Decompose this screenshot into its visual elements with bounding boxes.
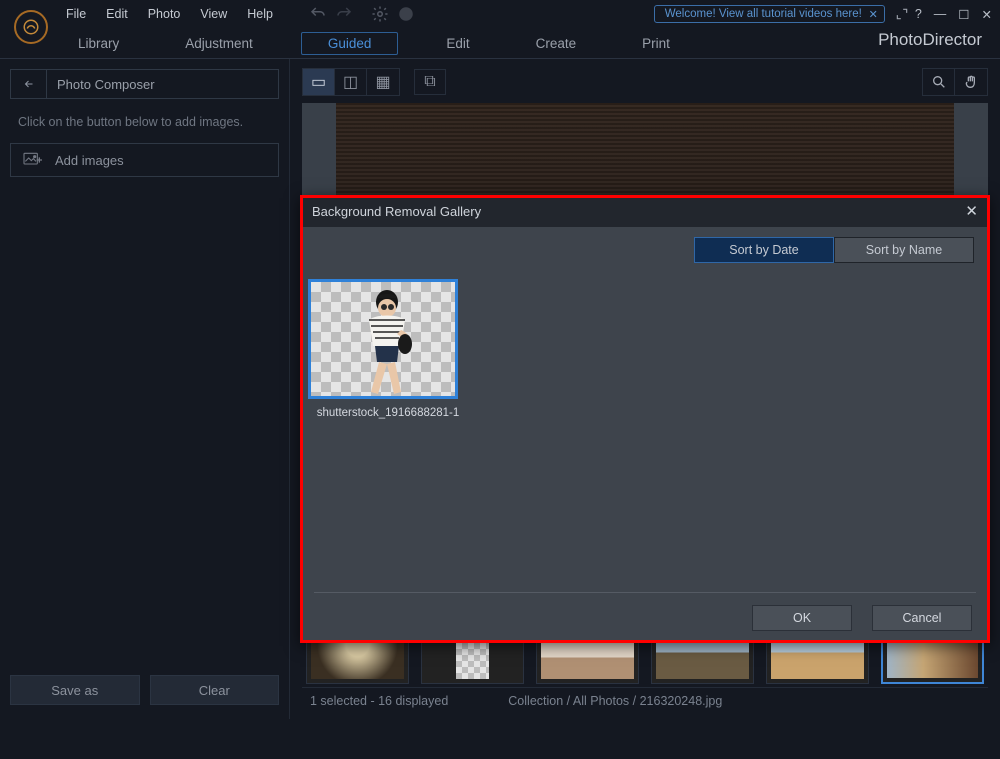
dialog-close-icon[interactable]: ✕: [965, 202, 978, 220]
dialog-title: Background Removal Gallery: [312, 204, 481, 219]
tab-create[interactable]: Create: [518, 33, 595, 54]
add-images-label: Add images: [55, 153, 124, 168]
minimize-icon[interactable]: —: [934, 7, 947, 21]
ok-button[interactable]: OK: [752, 605, 852, 631]
redo-icon[interactable]: [335, 5, 353, 23]
close-icon[interactable]: ✕: [869, 8, 878, 21]
gallery-thumbnail: [308, 279, 458, 399]
panel-header: Photo Composer: [10, 69, 279, 99]
gallery-item[interactable]: shutterstock_1916688281-1: [308, 279, 468, 419]
view-mode-compare-icon[interactable]: ◫: [335, 69, 367, 95]
app-name: PhotoDirector: [878, 30, 982, 50]
status-bar: 1 selected - 16 displayed Collection / A…: [302, 687, 988, 713]
close-window-icon[interactable]: ✕: [982, 7, 992, 22]
menu-photo[interactable]: Photo: [138, 0, 191, 28]
menu-file[interactable]: File: [56, 0, 96, 28]
person-cutout: [335, 286, 435, 398]
panel-title: Photo Composer: [47, 77, 155, 92]
mode-tabs: Library Adjustment Guided Edit Create Pr…: [0, 28, 1000, 58]
zoom-icon[interactable]: [923, 69, 955, 95]
back-button[interactable]: [11, 70, 47, 98]
sort-by-date-button[interactable]: Sort by Date: [694, 237, 834, 263]
help-icon[interactable]: ?: [915, 7, 922, 21]
expand-icon[interactable]: [895, 7, 909, 21]
menu-bar: File Edit Photo View Help Welcome! View …: [0, 0, 1000, 28]
tab-print[interactable]: Print: [624, 33, 688, 54]
secondary-display-icon[interactable]: ⧉: [414, 69, 446, 95]
save-as-button[interactable]: Save as: [10, 675, 140, 705]
view-mode-single-icon[interactable]: ▭: [303, 69, 335, 95]
tab-edit[interactable]: Edit: [428, 33, 487, 54]
view-mode-grid-icon[interactable]: ▦: [367, 69, 399, 95]
gallery-caption: shutterstock_1916688281-1: [308, 407, 468, 419]
view-toolbar: ▭ ◫ ▦ ⧉: [302, 67, 988, 97]
maximize-icon[interactable]: ☐: [958, 7, 969, 22]
pan-hand-icon[interactable]: [955, 69, 987, 95]
clear-button[interactable]: Clear: [150, 675, 280, 705]
sort-by-name-button[interactable]: Sort by Name: [834, 237, 974, 263]
menu-view[interactable]: View: [190, 0, 237, 28]
cancel-button[interactable]: Cancel: [872, 605, 972, 631]
side-panel: Photo Composer Click on the button below…: [0, 59, 290, 719]
background-removal-dialog: Background Removal Gallery ✕ Sort by Dat…: [300, 195, 990, 643]
status-path: Collection / All Photos / 216320248.jpg: [508, 694, 722, 708]
dialog-titlebar: Background Removal Gallery ✕: [300, 195, 990, 227]
status-count: 1 selected - 16 displayed: [310, 694, 448, 708]
undo-icon[interactable]: [309, 5, 327, 23]
welcome-text: Welcome! View all tutorial videos here!: [665, 8, 862, 20]
tab-adjustment[interactable]: Adjustment: [167, 33, 271, 54]
tab-library[interactable]: Library: [60, 33, 137, 54]
gear-icon[interactable]: [371, 5, 389, 23]
panel-hint: Click on the button below to add images.: [18, 115, 273, 129]
tab-guided[interactable]: Guided: [301, 32, 399, 55]
add-images-button[interactable]: Add images: [10, 143, 279, 177]
bell-icon[interactable]: [397, 5, 415, 23]
menu-edit[interactable]: Edit: [96, 0, 138, 28]
welcome-banner[interactable]: Welcome! View all tutorial videos here! …: [654, 5, 885, 23]
menu-help[interactable]: Help: [237, 0, 283, 28]
